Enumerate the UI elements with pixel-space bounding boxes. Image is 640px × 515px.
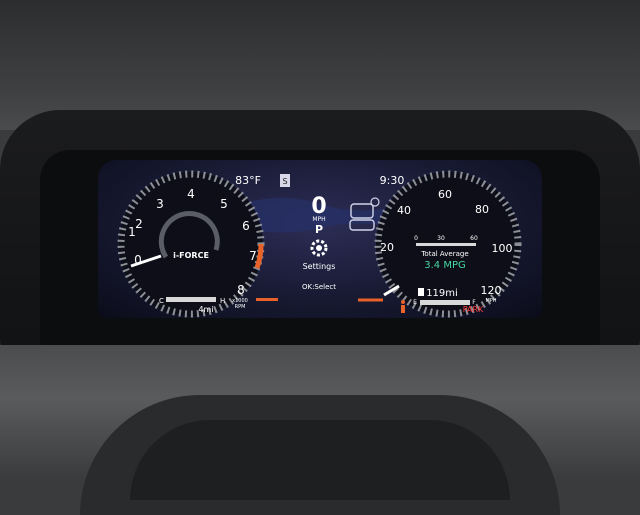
- tach-tick-8: 8: [237, 283, 245, 297]
- engine-temp-high: H: [220, 297, 225, 305]
- tach-tick-3: 3: [156, 197, 164, 211]
- speedo-tick-40: 40: [397, 204, 411, 217]
- fuel-empty-label: E: [413, 299, 417, 306]
- tach-orange-dash: [256, 298, 278, 301]
- speedo-tick-100: 100: [492, 242, 513, 255]
- outside-temperature: 83°F: [235, 174, 261, 187]
- tach-tick-0: 0: [134, 253, 142, 267]
- gear-indicator: P: [315, 223, 323, 236]
- cluster-graphics: 0 1 2 3 4 5 6 7 8 i-FORCE C H 4mi x1000 …: [117, 170, 522, 318]
- settings-gear-icon: [310, 239, 328, 257]
- engine-temp-low: C: [159, 297, 164, 305]
- tach-tick-2: 2: [135, 217, 143, 231]
- tachometer: 0 1 2 3 4 5 6 7 8 i-FORCE C H 4mi x1000 …: [117, 170, 278, 318]
- instrument-cluster-screen: 0 1 2 3 4 5 6 7 8 i-FORCE C H 4mi x1000 …: [98, 160, 542, 318]
- seatbelt-warning-icon: [401, 300, 405, 313]
- iforce-badge: i-FORCE: [173, 251, 209, 260]
- speedo-tick-60: 60: [438, 188, 452, 201]
- speed-unit: MPH: [312, 216, 325, 223]
- park-indicator: PARK: [463, 305, 484, 314]
- speedo-unit: MPH: [485, 298, 496, 304]
- total-average-label: Total Average: [420, 250, 468, 258]
- tach-tick-7: 7: [249, 249, 257, 263]
- tach-tick-4: 4: [187, 187, 195, 201]
- steering-wheel-hub: [130, 420, 510, 500]
- tach-unit: RPM: [235, 304, 246, 310]
- speedo-tick-120: 120: [481, 284, 502, 297]
- select-hint: OK:Select: [302, 283, 336, 291]
- fuel-pump-icon: [418, 288, 424, 296]
- speedo-tick-20: 20: [380, 241, 394, 254]
- scale-0: 0: [414, 235, 418, 242]
- fuel-range: 119mi: [426, 288, 458, 299]
- clock: 9:30: [380, 174, 405, 187]
- scale-60: 60: [470, 235, 478, 242]
- drive-mode-letter: S: [282, 177, 287, 186]
- trip-distance: 4mi: [198, 305, 213, 314]
- tach-tick-6: 6: [242, 219, 250, 233]
- scale-30: 30: [437, 235, 445, 242]
- total-average-value: 3.4 MPG: [424, 260, 466, 271]
- settings-label: Settings: [303, 262, 336, 271]
- tach-tick-5: 5: [220, 197, 228, 211]
- mpg-scale-bar: [416, 243, 476, 246]
- speedo-tick-80: 80: [475, 203, 489, 216]
- engine-temp-bar: [166, 297, 216, 302]
- speedometer: 20 40 60 80 100 120 MPH 0 30 60 Total Av…: [358, 170, 522, 318]
